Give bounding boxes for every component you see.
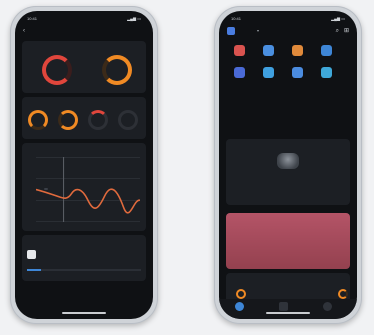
page-header: ‹ xyxy=(23,27,145,37)
summary-card[interactable] xyxy=(22,41,146,93)
app-icon[interactable] xyxy=(292,67,303,78)
app-icon[interactable] xyxy=(292,45,303,56)
app-icon[interactable] xyxy=(321,67,332,78)
right-phone-screen: 10:41 ▂▄▆ ▭ ▾ ⌕ ⊞ xyxy=(219,11,357,319)
cursor-line xyxy=(63,157,65,222)
status-signal-icon: ▂▄▆ ▭ xyxy=(331,16,345,21)
status-banner-card[interactable] xyxy=(226,213,350,269)
stats-ring-icon xyxy=(236,289,246,299)
trend-chart-card[interactable] xyxy=(22,143,146,231)
trend-line-svg xyxy=(36,157,140,222)
status-signal-icon: ▂▄▆ ▭ xyxy=(127,16,141,21)
device-icon xyxy=(27,250,36,259)
trend-line xyxy=(36,188,140,214)
tab-home-icon[interactable] xyxy=(235,302,244,311)
home-logo-icon[interactable] xyxy=(227,27,235,35)
metrics-card[interactable] xyxy=(22,97,146,139)
app-icon[interactable] xyxy=(234,45,245,56)
left-phone-screen: 10:41 ▂▄▆ ▭ ‹ xyxy=(15,11,153,319)
add-icon[interactable]: ⊞ xyxy=(344,27,349,35)
status-bar: 10:41 ▂▄▆ ▭ xyxy=(219,16,357,25)
security-device-image xyxy=(277,153,299,169)
home-header: ▾ ⌕ ⊞ xyxy=(227,27,349,37)
app-icon[interactable] xyxy=(234,67,245,78)
progress-bar xyxy=(27,269,41,271)
back-arrow-icon[interactable]: ‹ xyxy=(23,28,25,34)
tab-devices-icon[interactable] xyxy=(279,302,288,311)
stats-ring-icon xyxy=(338,289,348,299)
mini-ring xyxy=(58,110,78,130)
bottom-tab-bar xyxy=(219,299,357,319)
status-time: 10:41 xyxy=(231,16,242,21)
divider xyxy=(27,269,141,271)
device-card[interactable] xyxy=(22,235,146,281)
mini-ring xyxy=(118,110,138,130)
app-icon[interactable] xyxy=(263,67,274,78)
app-icon[interactable] xyxy=(321,45,332,56)
home-indicator[interactable] xyxy=(266,312,310,314)
trend-chart[interactable] xyxy=(36,157,140,222)
tab-profile-icon[interactable] xyxy=(323,302,332,311)
chart-tooltip xyxy=(44,188,48,190)
ring-chart xyxy=(42,55,72,85)
search-icon[interactable]: ⌕ xyxy=(336,27,339,35)
security-card[interactable] xyxy=(226,139,350,205)
mini-ring xyxy=(88,110,108,130)
left-phone: 10:41 ▂▄▆ ▭ ‹ xyxy=(10,6,158,324)
right-phone: 10:41 ▂▄▆ ▭ ▾ ⌕ ⊞ xyxy=(214,6,362,324)
app-icon[interactable] xyxy=(263,45,274,56)
ring-chart xyxy=(102,55,132,85)
home-indicator[interactable] xyxy=(62,312,106,314)
chevron-down-icon[interactable]: ▾ xyxy=(257,28,259,33)
status-time: 10:41 xyxy=(27,16,38,21)
status-bar: 10:41 ▂▄▆ ▭ xyxy=(15,16,153,25)
mini-ring xyxy=(28,110,48,130)
